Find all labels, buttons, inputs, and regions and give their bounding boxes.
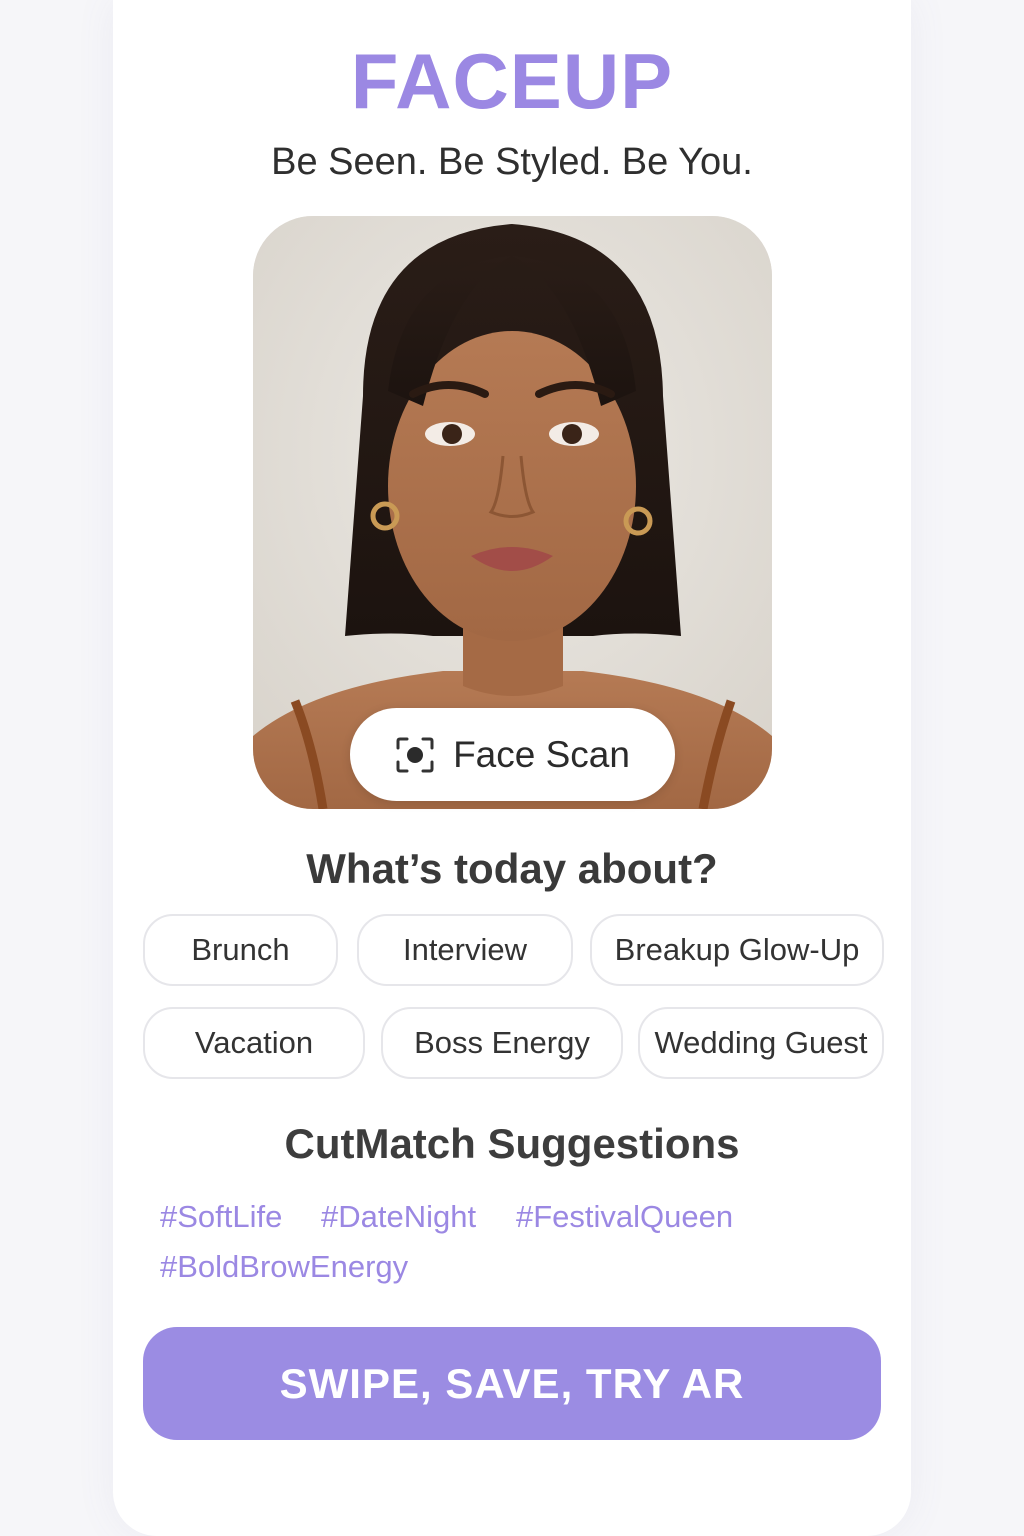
app-card: FACEUP Be Seen. Be Styled. Be You. Face … (113, 0, 911, 1536)
suggestions-title: CutMatch Suggestions (284, 1120, 740, 1167)
chip-breakup-glow-up[interactable]: Breakup Glow-Up (590, 914, 884, 986)
chip-wedding-guest[interactable]: Wedding Guest (638, 1007, 884, 1079)
hashtag-festivalqueen[interactable]: #FestivalQueen (516, 1199, 733, 1235)
face-scan-button[interactable]: Face Scan (350, 708, 675, 801)
chip-brunch[interactable]: Brunch (143, 914, 338, 986)
tagline: Be Seen. Be Styled. Be You. (271, 141, 753, 183)
chip-boss-energy[interactable]: Boss Energy (381, 1007, 623, 1079)
face-scan-label: Face Scan (453, 733, 630, 775)
chip-vacation[interactable]: Vacation (143, 1007, 365, 1079)
hashtag-boldbrowenergy[interactable]: #BoldBrowEnergy (160, 1249, 408, 1285)
chip-interview[interactable]: Interview (357, 914, 573, 986)
hashtag-softlife[interactable]: #SoftLife (160, 1199, 282, 1235)
app-logo: FACEUP (350, 37, 674, 125)
hashtag-datenight[interactable]: #DateNight (321, 1199, 476, 1235)
face-scan-icon (395, 736, 435, 774)
swipe-save-try-ar-button[interactable]: SWIPE, SAVE, TRY AR (143, 1327, 881, 1440)
occasion-question: What’s today about? (306, 845, 718, 892)
